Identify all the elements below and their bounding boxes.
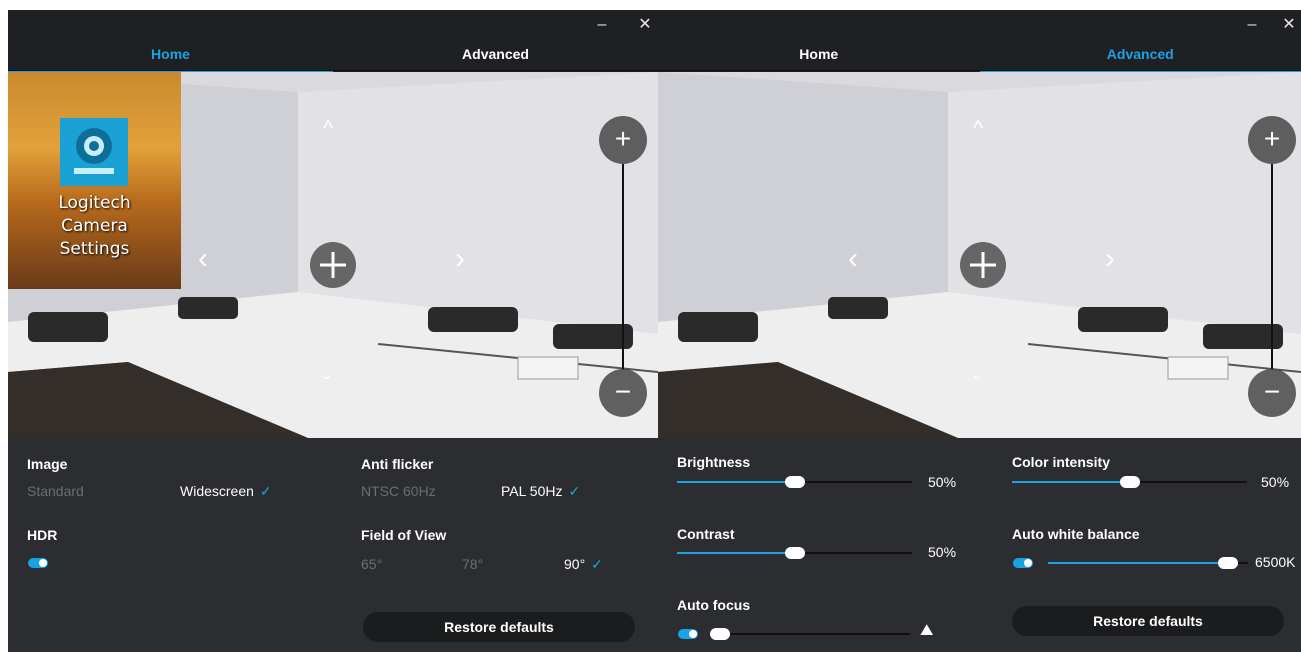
brightness-label: Brightness <box>677 454 751 470</box>
close-button[interactable]: ✕ <box>1278 14 1300 36</box>
center-crosshair-button[interactable] <box>310 242 356 288</box>
focus-slider[interactable] <box>710 628 910 640</box>
tab-divider <box>8 70 658 71</box>
focus-mountain-icon: ⛰ <box>920 622 934 639</box>
hdr-toggle[interactable] <box>28 558 48 568</box>
close-button[interactable]: ✕ <box>634 14 656 36</box>
slider-thumb[interactable] <box>1218 557 1238 569</box>
zoom-track[interactable] <box>1271 164 1273 370</box>
title-bar: – ✕ <box>658 10 1301 42</box>
desktop-shortcut[interactable]: Logitech Camera Settings <box>8 72 181 289</box>
brightness-slider[interactable] <box>677 476 912 488</box>
tab-bar: Home Advanced <box>658 42 1301 72</box>
contrast-slider[interactable] <box>677 547 912 559</box>
zoom-in-button[interactable]: + <box>599 116 647 164</box>
contrast-label: Contrast <box>677 526 735 542</box>
check-icon: ✓ <box>568 483 581 499</box>
auto-focus-toggle[interactable] <box>678 629 698 639</box>
zoom-out-button[interactable]: − <box>599 369 647 417</box>
minimize-button[interactable]: – <box>591 14 613 36</box>
anti-flicker-pal[interactable]: PAL 50Hz ✓ <box>501 483 580 500</box>
tab-bar: Home Advanced <box>8 42 658 72</box>
fov-option-90[interactable]: 90° ✓ <box>564 556 603 573</box>
pan-right-button[interactable]: › <box>455 242 465 276</box>
color-intensity-label: Color intensity <box>1012 454 1111 470</box>
slider-thumb[interactable] <box>710 628 730 640</box>
slider-thumb[interactable] <box>784 476 805 488</box>
white-balance-value: 6500K <box>1255 554 1296 570</box>
pan-left-button[interactable]: ‹ <box>198 242 208 276</box>
color-intensity-slider[interactable] <box>1012 476 1247 488</box>
minimize-button[interactable]: – <box>1241 14 1263 36</box>
camera-settings-window-advanced: – ✕ Home Advanced ^ ˇ ‹ › + − Brightness… <box>658 10 1301 652</box>
pan-up-button[interactable]: ^ <box>973 116 983 142</box>
color-intensity-value: 50% <box>1261 474 1290 490</box>
white-balance-slider[interactable] <box>1048 557 1248 569</box>
crosshair-icon <box>320 252 346 278</box>
camera-settings-window-home: – ✕ Home Advanced ^ ˇ ‹ › + − Logitech C… <box>8 10 658 652</box>
camera-preview: ^ ˇ ‹ › + − <box>658 72 1301 438</box>
restore-defaults-button[interactable]: Restore defaults <box>363 612 635 642</box>
image-label: Image <box>27 456 68 472</box>
check-icon: ✓ <box>591 556 603 572</box>
logitech-camera-icon <box>60 118 128 186</box>
title-bar: – ✕ <box>8 10 658 42</box>
auto-white-balance-label: Auto white balance <box>1012 526 1140 542</box>
home-settings-panel: Image Standard Widescreen ✓ HDR Anti flic… <box>8 438 658 652</box>
check-icon: ✓ <box>259 483 272 499</box>
image-option-widescreen[interactable]: Widescreen ✓ <box>180 483 272 500</box>
auto-white-balance-toggle[interactable] <box>1013 558 1033 568</box>
fov-option-78[interactable]: 78° <box>462 556 483 572</box>
pan-right-button[interactable]: › <box>1105 242 1115 276</box>
slider-thumb[interactable] <box>1119 476 1140 488</box>
brightness-value: 50% <box>928 474 957 490</box>
pan-left-button[interactable]: ‹ <box>848 242 858 276</box>
advanced-settings-panel: Brightness 50% Contrast 50% Auto focus ⛰… <box>658 438 1301 652</box>
auto-focus-label: Auto focus <box>677 597 751 613</box>
tab-advanced[interactable]: Advanced <box>979 42 1301 72</box>
restore-defaults-button[interactable]: Restore defaults <box>1012 606 1284 636</box>
tab-divider <box>658 70 1301 71</box>
shortcut-label: Logitech Camera Settings <box>58 193 131 259</box>
tab-advanced[interactable]: Advanced <box>333 42 658 72</box>
pan-down-button[interactable]: ˇ <box>973 372 980 398</box>
center-crosshair-button[interactable] <box>960 242 1006 288</box>
image-option-standard[interactable]: Standard <box>27 483 84 499</box>
zoom-in-button[interactable]: + <box>1248 116 1296 164</box>
tab-home[interactable]: Home <box>8 42 333 72</box>
pan-down-button[interactable]: ˇ <box>323 372 330 398</box>
zoom-out-button[interactable]: − <box>1248 369 1296 417</box>
hdr-label: HDR <box>27 527 58 543</box>
anti-flicker-ntsc[interactable]: NTSC 60Hz <box>361 483 436 499</box>
slider-thumb[interactable] <box>784 547 805 559</box>
contrast-value: 50% <box>928 544 957 560</box>
zoom-track[interactable] <box>622 164 624 370</box>
crosshair-icon <box>970 252 996 278</box>
fov-option-65[interactable]: 65° <box>361 556 382 572</box>
fov-label: Field of View <box>361 527 447 543</box>
anti-flicker-label: Anti flicker <box>361 456 434 472</box>
pan-up-button[interactable]: ^ <box>323 116 333 142</box>
tab-home[interactable]: Home <box>658 42 980 72</box>
